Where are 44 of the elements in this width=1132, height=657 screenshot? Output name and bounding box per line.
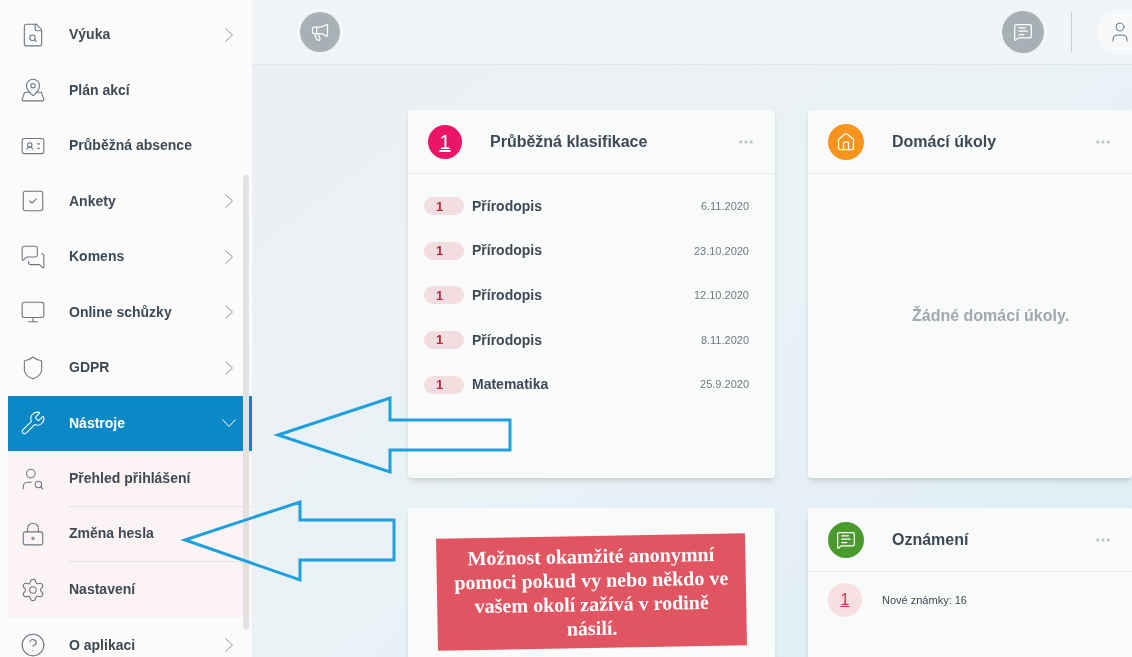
grade-pill: 1 [424,241,464,260]
sidebar-label: Ankety [69,191,117,211]
notice-badge: 1 [828,583,862,617]
grade-date: 6.11.2020 [700,199,749,215]
grade-date: 8.11.2020 [700,332,749,348]
sidebar-item[interactable]: Výuka [8,7,252,63]
sidebar-label: GDPR [69,358,111,378]
card-title: Oznámení [892,529,970,550]
sidebar-item[interactable]: Nástroje [8,395,252,451]
sidebar-label: Plán akcí [69,80,131,100]
sidebar-label: Výuka [69,25,112,45]
sidebar-item[interactable]: GDPR [8,340,252,396]
sidebar-item[interactable]: O aplikaci [8,617,252,657]
sidebar-item[interactable]: Online schůzky [8,284,252,340]
sidebar-label: Online schůzky [69,302,173,322]
grade-pill: 1 [424,375,464,394]
grade-date: 25.9.2020 [700,377,749,393]
grade-date: 12.10.2020 [693,288,749,304]
card-title: Průběžná klasifikace [490,131,649,152]
sidebar-label: Komens [69,247,126,267]
grade-pill: 1 [424,286,464,305]
subject-name[interactable]: Matematika [472,374,701,396]
sidebar-label: Průběžná absence [69,136,193,156]
grade-date: 23.10.2020 [693,243,749,259]
sidebar-item[interactable]: Komens [8,229,252,285]
notice-text[interactable]: Nové známky: 16 [882,591,967,609]
subject-name[interactable]: Přírodopis [472,195,701,217]
grade-badge: 1 [428,124,462,159]
sidebar-item[interactable]: Ankety [8,173,252,229]
card-title: Domácí úkoly [892,131,998,152]
sidebar-label: O aplikaci [69,635,137,655]
sidebar-label: Nástroje [69,413,127,433]
sidebar-item[interactable]: Průběžná absence [8,118,252,174]
grade-pill: 1 [424,197,464,216]
grade-pill: 1 [424,331,464,350]
sidebar-item[interactable]: Plán akcí [8,62,252,118]
subject-name[interactable]: Přírodopis [472,240,694,262]
submenu-label: Nastavení [69,580,137,600]
empty-message: Žádné domácí úkoly. [912,305,1070,326]
banner-text: Možnost okamžité anonymní pomoci pokud vy nebo někdo ve vašem okolí zažívá v rodině násilí. [453,541,730,642]
subject-name[interactable]: Přírodopis [472,285,694,306]
subject-name[interactable]: Přírodopis [472,329,701,351]
submenu-item[interactable]: Nastavení [8,562,252,618]
help-banner[interactable]: Možnost okamžité anonymní pomoci pokud vy nebo někdo ve vašem okolí zažívá v rodině násilí. [436,533,747,651]
